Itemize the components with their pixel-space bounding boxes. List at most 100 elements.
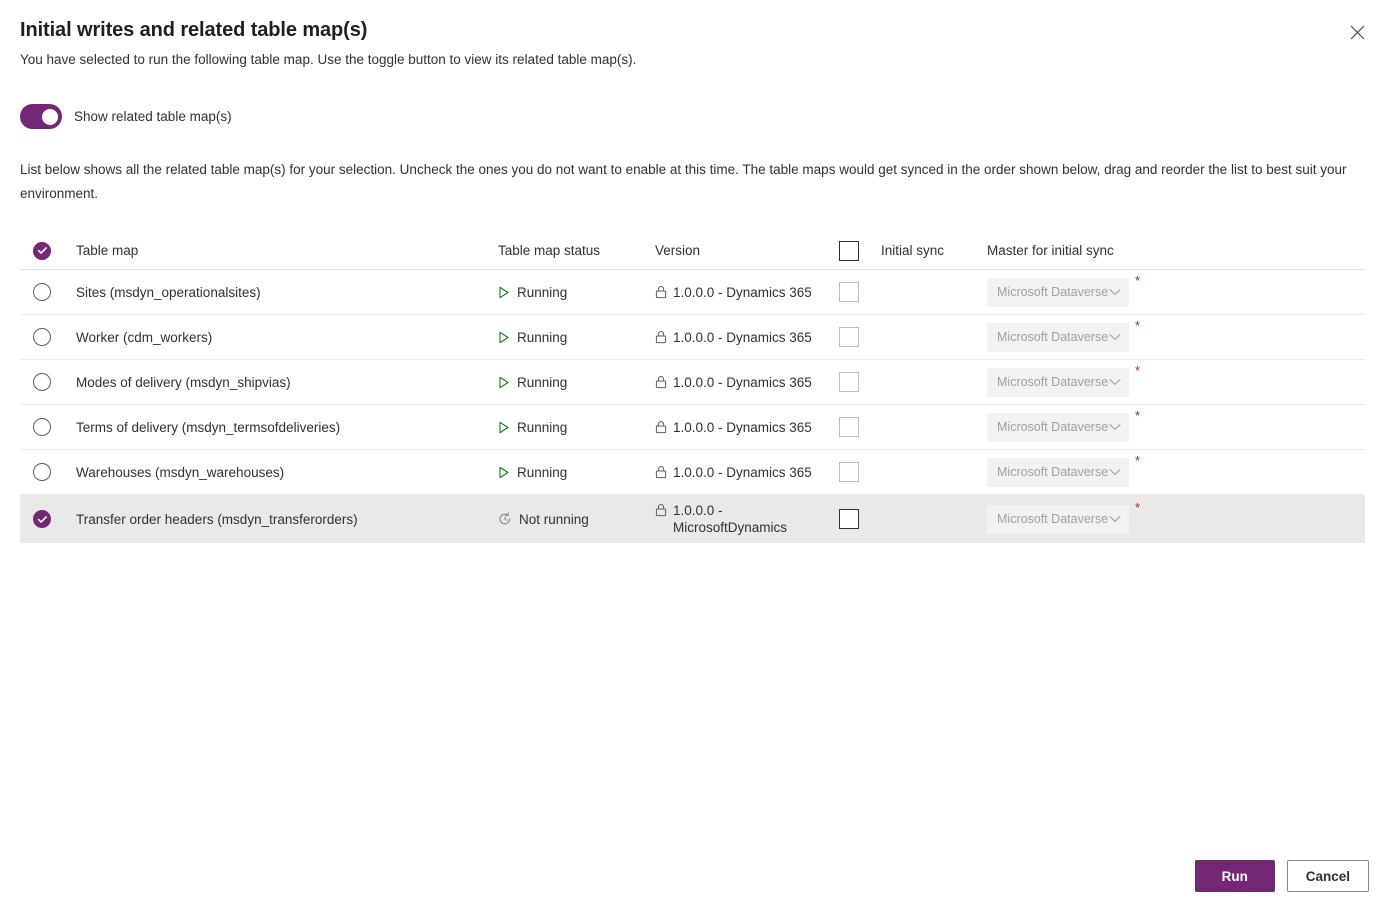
master-for-initial-sync-dropdown[interactable]: Microsoft Dataverse [987, 412, 1129, 442]
required-asterisk: * [1135, 272, 1141, 288]
table-map-status-label: Running [517, 374, 568, 390]
lock-icon [655, 420, 667, 434]
initial-writes-dialog: Initial writes and related table map(s) … [0, 0, 1389, 907]
row-select-cell [20, 373, 76, 391]
version-label: 1.0.0.0 - Dynamics 365 [673, 419, 812, 435]
table-header-row: Table map Table map status Version Initi… [20, 232, 1365, 270]
select-all-initial-sync-checkbox[interactable] [839, 240, 859, 261]
close-icon [1350, 25, 1365, 40]
version-cell: 1.0.0.0 - Dynamics 365 [655, 464, 837, 481]
master-dropdown-value: Microsoft Dataverse [997, 465, 1109, 479]
row-select-cell [20, 328, 76, 346]
table-map-status-cell: Running [498, 465, 655, 480]
table-map-status-cell: Running [498, 285, 655, 300]
show-related-toggle-label: Show related table map(s) [74, 108, 232, 124]
row-select-cell [20, 418, 76, 436]
chevron-down-icon [1109, 515, 1121, 523]
play-icon [498, 421, 510, 434]
select-all-radio[interactable] [33, 241, 51, 260]
master-dropdown-value: Microsoft Dataverse [997, 420, 1109, 434]
master-for-initial-sync-cell: Microsoft Dataverse * [987, 364, 1365, 397]
master-for-initial-sync-cell: Microsoft Dataverse * [987, 274, 1365, 307]
table-map-name: Terms of delivery (msdyn_termsofdeliveri… [76, 419, 341, 435]
initial-sync-cell [837, 327, 987, 347]
lock-icon [655, 503, 667, 517]
table-map-status-cell: Running [498, 330, 655, 345]
header-initial-sync-label: Initial sync [881, 243, 945, 258]
row-select-radio[interactable] [33, 328, 51, 346]
table-row[interactable]: Worker (cdm_workers) Running 1.0.0.0 - Dyn… [20, 315, 1365, 360]
master-dropdown-value: Microsoft Dataverse [997, 375, 1109, 389]
list-description: List below shows all the related table m… [20, 162, 1347, 201]
table-map-status-label: Running [517, 284, 568, 300]
show-related-table-maps-toggle[interactable] [20, 104, 62, 129]
refresh-clock-icon [498, 512, 512, 526]
table-map-name: Modes of delivery (msdyn_shipvias) [76, 374, 291, 390]
version-label: 1.0.0.0 - Dynamics 365 [673, 374, 812, 390]
chevron-down-icon [1109, 333, 1121, 341]
initial-sync-cell [837, 509, 987, 529]
chevron-down-icon [1109, 423, 1121, 431]
show-related-toggle-row: Show related table map(s) [20, 104, 232, 129]
run-button[interactable]: Run [1194, 860, 1275, 892]
close-button[interactable] [1341, 16, 1373, 48]
required-asterisk: * [1135, 499, 1141, 515]
header-master-for-initial-sync: Master for initial sync [987, 243, 1114, 258]
cancel-button[interactable]: Cancel [1286, 860, 1369, 892]
table-row[interactable]: Terms of delivery (msdyn_termsofdeliveri… [20, 405, 1365, 450]
master-for-initial-sync-cell: Microsoft Dataverse * [987, 454, 1365, 487]
initial-sync-checkbox[interactable] [839, 282, 859, 302]
initial-sync-cell [837, 282, 987, 302]
row-select-radio[interactable] [33, 510, 51, 528]
initial-sync-checkbox[interactable] [839, 462, 859, 482]
table-row[interactable]: Modes of delivery (msdyn_shipvias) Runnin… [20, 360, 1365, 405]
table-map-status-label: Running [517, 464, 568, 480]
table-map-status-cell: Running [498, 375, 655, 390]
initial-sync-checkbox[interactable] [839, 372, 859, 392]
lock-icon [655, 285, 667, 299]
master-dropdown-value: Microsoft Dataverse [997, 512, 1109, 526]
master-for-initial-sync-dropdown[interactable]: Microsoft Dataverse [987, 322, 1129, 352]
chevron-down-icon [1109, 378, 1121, 386]
initial-sync-checkbox[interactable] [839, 327, 859, 347]
master-for-initial-sync-dropdown[interactable]: Microsoft Dataverse [987, 277, 1129, 307]
required-asterisk: * [1135, 317, 1141, 333]
row-select-radio[interactable] [33, 418, 51, 436]
table-map-name: Transfer order headers (msdyn_transferor… [76, 511, 358, 527]
chevron-down-icon [1109, 468, 1121, 476]
table-map-name: Worker (cdm_workers) [76, 329, 213, 345]
header-version: Version [655, 243, 701, 258]
master-dropdown-value: Microsoft Dataverse [997, 285, 1109, 299]
page-title: Initial writes and related table map(s) [20, 19, 368, 41]
table-map-status-label: Not running [519, 511, 589, 527]
dialog-subtitle: You have selected to run the following t… [20, 52, 637, 67]
version-label: 1.0.0.0 - Dynamics 365 [673, 329, 812, 345]
table-map-name: Sites (msdyn_operationalsites) [76, 284, 261, 300]
table-row[interactable]: Transfer order headers (msdyn_transferor… [20, 495, 1365, 543]
version-cell: 1.0.0.0 - Dynamics 365 [655, 284, 837, 301]
header-initial-sync-cell: Initial sync [837, 240, 987, 261]
initial-sync-checkbox[interactable] [839, 509, 859, 529]
row-select-radio[interactable] [33, 283, 51, 301]
initial-sync-cell [837, 372, 987, 392]
play-icon [498, 286, 510, 299]
initial-sync-checkbox[interactable] [839, 417, 859, 437]
required-asterisk: * [1135, 407, 1141, 423]
table-row[interactable]: Warehouses (msdyn_warehouses) Running 1.0.… [20, 450, 1365, 495]
version-cell: 1.0.0.0 - MicrosoftDynamics [655, 502, 837, 536]
row-select-cell [20, 283, 76, 301]
version-cell: 1.0.0.0 - Dynamics 365 [655, 329, 837, 346]
version-label: 1.0.0.0 - Dynamics 365 [673, 284, 812, 300]
chevron-down-icon [1109, 288, 1121, 296]
master-for-initial-sync-dropdown[interactable]: Microsoft Dataverse [987, 457, 1129, 487]
version-cell: 1.0.0.0 - Dynamics 365 [655, 374, 837, 391]
dialog-header: Initial writes and related table map(s) … [20, 16, 1310, 70]
play-icon [498, 466, 510, 479]
master-for-initial-sync-dropdown[interactable]: Microsoft Dataverse [987, 367, 1129, 397]
table-map-status-cell: Running [498, 420, 655, 435]
table-row[interactable]: Sites (msdyn_operationalsites) Running 1.0… [20, 270, 1365, 315]
master-for-initial-sync-dropdown[interactable]: Microsoft Dataverse [987, 504, 1129, 534]
master-for-initial-sync-cell: Microsoft Dataverse * [987, 409, 1365, 442]
row-select-radio[interactable] [33, 373, 51, 391]
row-select-radio[interactable] [33, 463, 51, 481]
